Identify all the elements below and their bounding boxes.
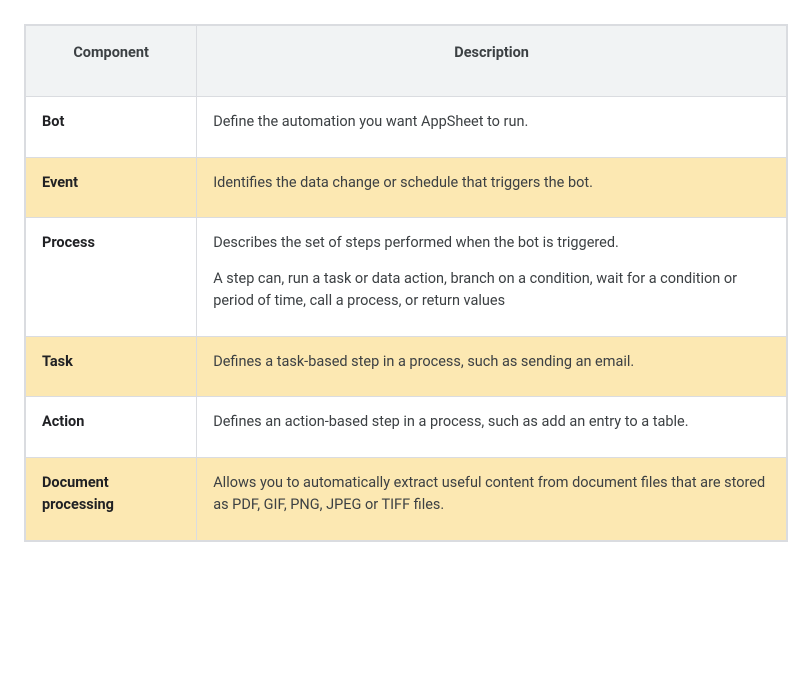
component-name: Bot [26, 96, 197, 157]
table-row: Event Identifies the data change or sche… [26, 157, 787, 218]
component-name: Task [26, 336, 197, 397]
table-header-row: Component Description [26, 26, 787, 97]
components-table-wrap: Component Description Bot Define the aut… [24, 24, 788, 542]
component-name: Action [26, 397, 197, 458]
table-row: Action Defines an action-based step in a… [26, 397, 787, 458]
component-name: Event [26, 157, 197, 218]
component-name: Process [26, 218, 197, 336]
component-description: Defines an action-based step in a proces… [197, 397, 787, 458]
component-description: Allows you to automatically extract usef… [197, 458, 787, 541]
table-row: Bot Define the automation you want AppSh… [26, 96, 787, 157]
header-description: Description [197, 26, 787, 97]
table-row: Process Describes the set of steps perfo… [26, 218, 787, 336]
component-description: Define the automation you want AppSheet … [197, 96, 787, 157]
component-description: Defines a task-based step in a process, … [197, 336, 787, 397]
components-table: Component Description Bot Define the aut… [25, 25, 787, 541]
header-component: Component [26, 26, 197, 97]
component-description: Identifies the data change or schedule t… [197, 157, 787, 218]
component-name: Document processing [26, 458, 197, 541]
table-row: Document processing Allows you to automa… [26, 458, 787, 541]
component-description: Describes the set of steps performed whe… [197, 218, 787, 336]
table-row: Task Defines a task-based step in a proc… [26, 336, 787, 397]
